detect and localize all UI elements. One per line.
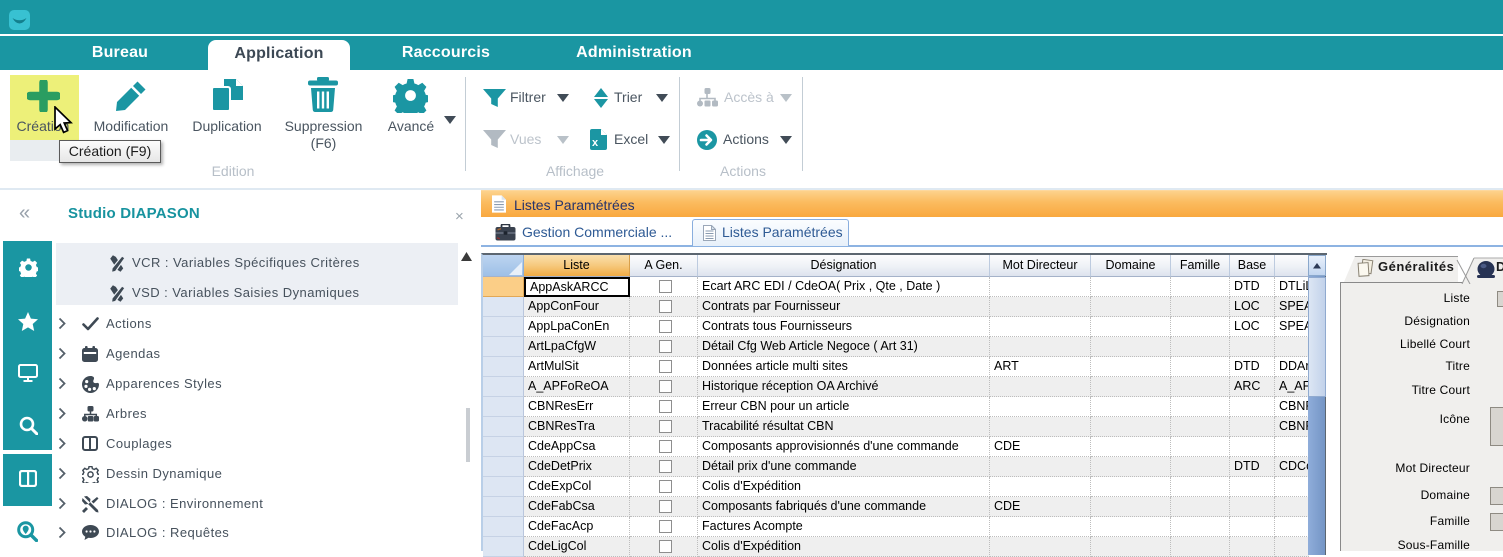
svg-text:x: x <box>592 137 599 149</box>
